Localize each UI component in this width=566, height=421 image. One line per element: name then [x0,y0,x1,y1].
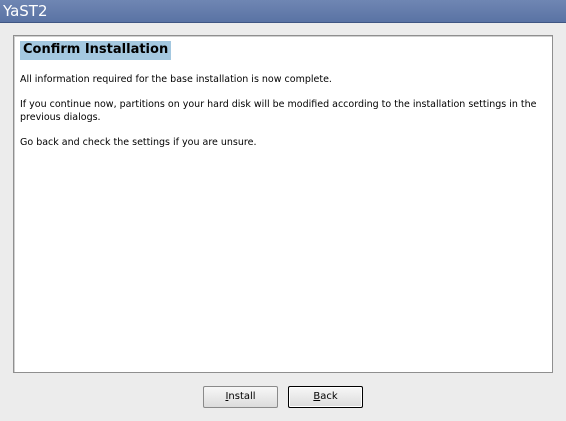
dialog-heading: Confirm Installation [20,41,172,60]
back-button[interactable]: Back [288,386,363,408]
info-text-warning: If you continue now, partitions on your … [20,99,537,123]
info-text-go-back: Go back and check the settings if you ar… [20,137,257,148]
content-panel: Confirm Installation All information req… [13,35,553,373]
title-bar[interactable]: YaST2 [0,0,566,23]
info-text-complete: All information required for the base in… [20,74,332,85]
install-button[interactable]: Install [203,386,278,408]
back-button-label: Back [313,391,338,402]
window-title: YaST2 [3,2,48,20]
install-button-label: Install [225,391,256,402]
yast-window: YaST2 Confirm Installation All informati… [0,0,566,421]
